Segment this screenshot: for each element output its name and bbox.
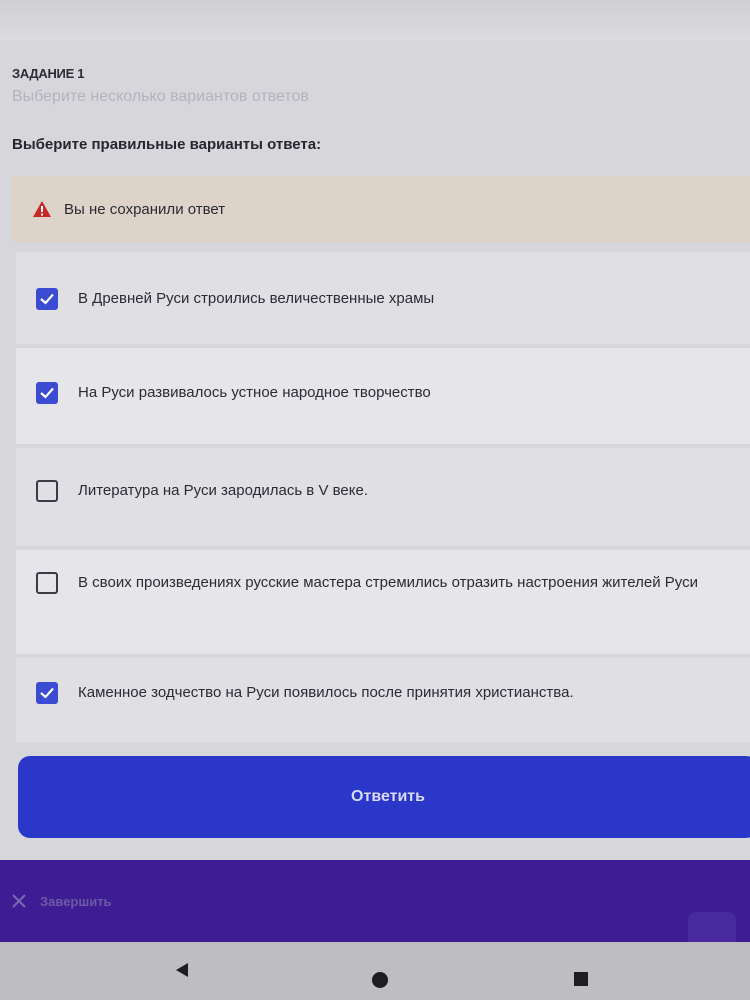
checkbox-checked[interactable] (36, 288, 58, 310)
checkbox-unchecked[interactable] (36, 480, 58, 502)
top-area (0, 0, 750, 40)
checkbox-checked[interactable] (36, 682, 58, 704)
system-nav-bar (0, 942, 750, 1000)
warning-triangle-icon (32, 200, 52, 218)
submit-button[interactable]: Ответить (18, 756, 750, 838)
answer-option-text: Литература на Руси зародилась в V веке. (78, 482, 368, 499)
warning-text: Вы не сохранили ответ (64, 200, 226, 218)
finish-button[interactable]: Завершить (40, 894, 112, 909)
answer-option-text: На Руси развивалось устное народное твор… (78, 384, 431, 401)
answer-option[interactable]: На Руси развивалось устное народное твор… (16, 348, 750, 444)
back-icon[interactable] (174, 962, 190, 983)
checkbox-checked[interactable] (36, 382, 58, 404)
check-icon (40, 293, 54, 305)
answer-option-text: В Древней Руси строились величественные … (78, 290, 435, 307)
checkbox-unchecked[interactable] (36, 572, 58, 594)
unsaved-warning: Вы не сохранили ответ (12, 176, 750, 242)
answer-option[interactable]: Каменное зодчество на Руси появилось пос… (16, 658, 750, 742)
close-icon[interactable] (10, 892, 28, 910)
check-icon (40, 387, 54, 399)
answer-option[interactable]: В Древней Руси строились величественные … (16, 252, 750, 344)
answer-option-text: Каменное зодчество на Руси появилось пос… (78, 684, 574, 701)
question-text: Выберите правильные варианты ответа: (12, 136, 322, 153)
task-hint: Выберите несколько вариантов ответов (12, 88, 309, 105)
recent-apps-icon[interactable] (574, 972, 588, 986)
answer-option[interactable]: В своих произведениях русские мастера ст… (16, 550, 750, 654)
answer-option[interactable]: Литература на Руси зародилась в V веке. (16, 448, 750, 546)
check-icon (40, 687, 54, 699)
home-icon[interactable] (372, 972, 388, 988)
answer-options: В Древней Руси строились величественные … (16, 252, 750, 746)
bottom-bar: Завершить (0, 860, 750, 956)
task-number: ЗАДАНИЕ 1 (12, 66, 85, 81)
answer-option-text: В своих произведениях русские мастера ст… (78, 574, 698, 591)
